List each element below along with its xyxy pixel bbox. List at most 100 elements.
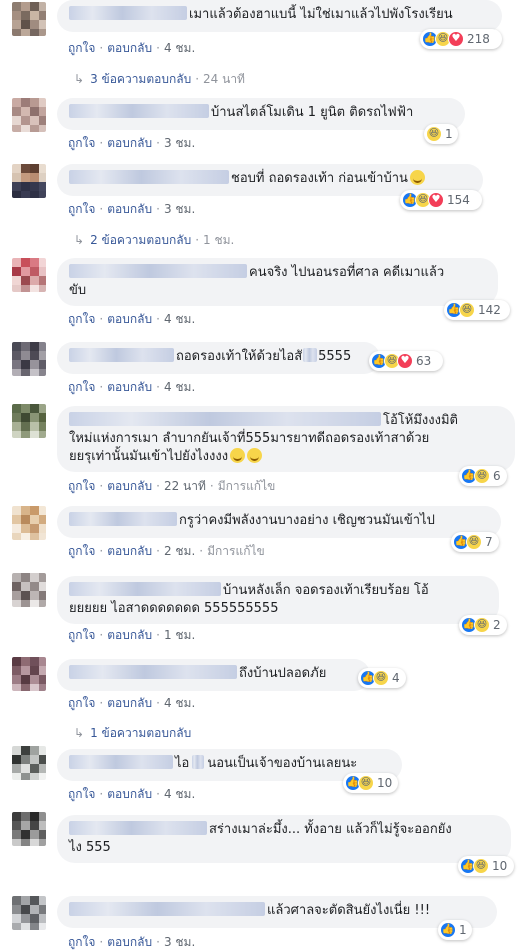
blurred-author-name[interactable] bbox=[69, 902, 265, 916]
reply-link[interactable]: ตอบกลับ bbox=[107, 696, 152, 710]
avatar[interactable] bbox=[12, 896, 46, 930]
timestamp[interactable]: 4 ชม. bbox=[164, 787, 195, 801]
reply-arrow-icon: ↳ bbox=[74, 72, 85, 86]
timestamp[interactable]: 3 ชม. bbox=[164, 935, 195, 949]
blurred-author-name[interactable] bbox=[69, 665, 237, 679]
like-link[interactable]: ถูกใจ bbox=[68, 935, 95, 949]
avatar[interactable] bbox=[12, 657, 46, 691]
reaction-summary[interactable]: 👍 😆 ♥ 154 bbox=[400, 190, 482, 210]
blurred-author-name[interactable] bbox=[69, 264, 247, 278]
avatar[interactable] bbox=[12, 812, 46, 846]
like-link[interactable]: ถูกใจ bbox=[68, 628, 95, 642]
reply-link[interactable]: ตอบกลับ bbox=[107, 628, 152, 642]
smile-emoji-icon bbox=[409, 170, 425, 185]
reaction-summary[interactable]: 👍 😆 ♥ 218 bbox=[420, 29, 502, 49]
blurred-author-name[interactable] bbox=[69, 821, 207, 835]
reply-link[interactable]: ตอบกลับ bbox=[107, 479, 152, 493]
reply-link[interactable]: ตอบกลับ bbox=[107, 544, 152, 558]
reaction-summary[interactable]: 👍 😆 10 bbox=[458, 856, 514, 876]
reaction-summary[interactable]: 👍 😆 ♥ 63 bbox=[369, 351, 443, 371]
timestamp[interactable]: 22 นาที bbox=[164, 479, 206, 493]
comment-actions: ถูกใจ · ตอบกลับ · 4 ชม. bbox=[68, 380, 196, 394]
like-link[interactable]: ถูกใจ bbox=[68, 787, 95, 801]
comment-text-line2: ใหม่แห่งการเมา ลำบากยันเจ้าที่555มารยาทด… bbox=[69, 431, 430, 446]
avatar[interactable] bbox=[12, 573, 46, 607]
like-link[interactable]: ถูกใจ bbox=[68, 380, 95, 394]
reply-link[interactable]: ตอบกลับ bbox=[107, 935, 152, 949]
like-link[interactable]: ถูกใจ bbox=[68, 41, 95, 55]
comment-text: เมาแล้วต้องฮาแบนี้ ไม่ใช่เมาแล้วไปพังโรง… bbox=[189, 7, 453, 22]
blurred-author-name[interactable] bbox=[69, 512, 177, 526]
reply-link[interactable]: ตอบกลับ bbox=[107, 312, 152, 326]
reply-link[interactable]: ตอบกลับ bbox=[107, 136, 152, 150]
reaction-summary[interactable]: 👍 😆 6 bbox=[459, 466, 507, 486]
blurred-author-name[interactable] bbox=[69, 104, 209, 118]
comment-bubble: บ้านสไตล์โมเดิน 1 ยูนิต ติดรถไฟฟ้า bbox=[57, 98, 465, 130]
timestamp[interactable]: 1 ชม. bbox=[164, 628, 195, 642]
avatar[interactable] bbox=[12, 506, 46, 540]
comment-text-continued: ไง 555 bbox=[69, 840, 111, 855]
replies-count[interactable]: 2 ข้อความตอบกลับ bbox=[90, 233, 191, 247]
haha-icon: 😆 bbox=[473, 858, 489, 874]
reply-link[interactable]: ตอบกลับ bbox=[107, 380, 152, 394]
avatar[interactable] bbox=[12, 258, 46, 292]
comment-bubble: แล้วศาลจะตัดสินยังไงเนี่ย !!! bbox=[57, 896, 497, 928]
reaction-count: 4 bbox=[392, 671, 400, 685]
like-icon: 👍 bbox=[440, 922, 456, 938]
avatar[interactable] bbox=[12, 98, 46, 132]
comment-bubble: คนจริง ไปนอนรอที่ศาล คดีเมาแล้ว ขับ bbox=[57, 258, 498, 306]
avatar[interactable] bbox=[12, 164, 46, 198]
like-link[interactable]: ถูกใจ bbox=[68, 544, 95, 558]
reaction-count: 142 bbox=[478, 303, 501, 317]
reaction-summary[interactable]: 👍 😆 2 bbox=[459, 615, 507, 635]
reaction-summary[interactable]: 👍 😆 10 bbox=[343, 773, 398, 793]
like-link[interactable]: ถูกใจ bbox=[68, 696, 95, 710]
timestamp[interactable]: 3 ชม. bbox=[164, 202, 195, 216]
reply-arrow-icon: ↳ bbox=[74, 233, 85, 247]
view-replies-link[interactable]: ↳ 1 ข้อความตอบกลับ bbox=[74, 725, 191, 741]
reaction-summary[interactable]: 👍 😆 7 bbox=[451, 532, 499, 552]
blurred-author-name[interactable] bbox=[69, 6, 187, 20]
timestamp[interactable]: 4 ชม. bbox=[164, 696, 195, 710]
reaction-summary[interactable]: 👍 😆 142 bbox=[444, 300, 510, 320]
timestamp[interactable]: 2 ชม. bbox=[164, 544, 195, 558]
edited-label[interactable]: มีการแก้ไข bbox=[218, 479, 276, 493]
edited-label[interactable]: มีการแก้ไข bbox=[207, 544, 265, 558]
timestamp[interactable]: 4 ชม. bbox=[164, 41, 195, 55]
reply-link[interactable]: ตอบกลับ bbox=[107, 202, 152, 216]
view-replies-link[interactable]: ↳ 3 ข้อความตอบกลับ · 24 นาที bbox=[74, 71, 245, 87]
reply-link[interactable]: ตอบกลับ bbox=[107, 41, 152, 55]
comment-actions: ถูกใจ · ตอบกลับ · 22 นาที · มีการแก้ไข bbox=[68, 479, 276, 493]
reaction-count: 218 bbox=[467, 32, 490, 46]
avatar[interactable] bbox=[12, 342, 46, 376]
blurred-author-name[interactable] bbox=[69, 582, 221, 596]
reply-link[interactable]: ตอบกลับ bbox=[107, 787, 152, 801]
comment-text-end: 5555 bbox=[318, 349, 352, 364]
blurred-author-name[interactable] bbox=[69, 412, 381, 426]
haha-icon: 😆 bbox=[474, 468, 490, 484]
blurred-author-name[interactable] bbox=[69, 755, 173, 769]
avatar[interactable] bbox=[12, 2, 46, 36]
view-replies-link[interactable]: ↳ 2 ข้อความตอบกลับ · 1 ชม. bbox=[74, 232, 234, 248]
like-link[interactable]: ถูกใจ bbox=[68, 312, 95, 326]
comment-actions: ถูกใจ · ตอบกลับ · 3 ชม. bbox=[68, 136, 196, 150]
timestamp[interactable]: 4 ชม. bbox=[164, 380, 195, 394]
reply-arrow-icon: ↳ bbox=[74, 726, 85, 740]
avatar[interactable] bbox=[12, 746, 46, 780]
blurred-author-name[interactable] bbox=[69, 348, 174, 362]
timestamp[interactable]: 3 ชม. bbox=[164, 136, 195, 150]
replies-count[interactable]: 1 ข้อความตอบกลับ bbox=[90, 726, 191, 740]
replies-count[interactable]: 3 ข้อความตอบกลับ bbox=[90, 72, 191, 86]
like-link[interactable]: ถูกใจ bbox=[68, 479, 95, 493]
reaction-summary[interactable]: 👍 😆 4 bbox=[358, 668, 406, 688]
love-icon: ♥ bbox=[397, 353, 413, 369]
like-link[interactable]: ถูกใจ bbox=[68, 202, 95, 216]
reaction-summary[interactable]: 👍 1 bbox=[438, 920, 472, 940]
avatar[interactable] bbox=[12, 404, 46, 438]
comment-text: คนจริง ไปนอนรอที่ศาล คดีเมาแล้ว bbox=[249, 265, 445, 280]
reaction-summary[interactable]: 😆 1 bbox=[424, 124, 458, 144]
blurred-author-name[interactable] bbox=[69, 170, 229, 184]
comment-actions: ถูกใจ · ตอบกลับ · 4 ชม. bbox=[68, 312, 196, 326]
timestamp[interactable]: 4 ชม. bbox=[164, 312, 195, 326]
like-link[interactable]: ถูกใจ bbox=[68, 136, 95, 150]
